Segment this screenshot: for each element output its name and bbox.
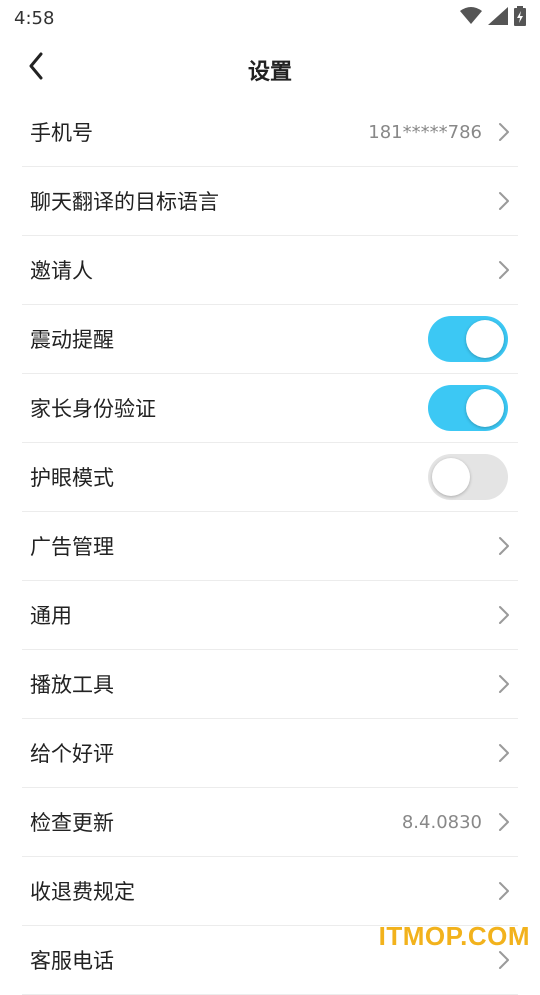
- settings-row-vibration-reminder[interactable]: 震动提醒: [22, 305, 518, 374]
- page-title: 设置: [247, 60, 292, 85]
- settings-row-value: 181*****786: [368, 121, 482, 143]
- status-bar: 4:58: [0, 0, 540, 36]
- settings-row-inviter[interactable]: 邀请人: [22, 236, 518, 305]
- settings-row-label: 给个好评: [30, 742, 114, 766]
- signal-icon: [488, 7, 508, 29]
- chevron-right-icon: [499, 882, 509, 900]
- toggle-switch[interactable]: [428, 385, 508, 431]
- settings-row-label: 聊天翻译的目标语言: [30, 190, 219, 214]
- settings-row-check-update[interactable]: 检查更新 8.4.0830: [22, 788, 518, 857]
- battery-charging-icon: [514, 6, 526, 30]
- settings-row-label: 邀请人: [30, 259, 93, 283]
- status-time: 4:58: [14, 7, 55, 29]
- chevron-right-icon: [499, 606, 509, 624]
- header: 设置: [0, 36, 540, 100]
- settings-row-ad-management[interactable]: 广告管理: [22, 512, 518, 581]
- chevron-right-icon: [499, 261, 509, 279]
- settings-row-phone[interactable]: 手机号 181*****786: [22, 98, 518, 167]
- settings-list: 手机号 181*****786 聊天翻译的目标语言 邀请人震动提醒家长身份验证 护眼模式…: [22, 98, 518, 995]
- settings-row-value: 8.4.0830: [401, 811, 482, 833]
- watermark: ITMOP.COM: [378, 921, 530, 951]
- chevron-right-icon: [499, 675, 509, 693]
- toggle-switch[interactable]: [428, 316, 508, 362]
- settings-row-refund-policy[interactable]: 收退费规定: [22, 857, 518, 926]
- settings-row-label: 家长身份验证: [30, 397, 156, 421]
- settings-row-label: 手机号: [30, 121, 93, 145]
- chevron-right-icon: [499, 813, 509, 831]
- settings-row-label: 护眼模式: [30, 466, 114, 490]
- status-icons: [460, 6, 526, 30]
- settings-row-rate-us[interactable]: 给个好评: [22, 719, 518, 788]
- settings-row-label: 震动提醒: [30, 328, 114, 352]
- settings-row-player-tools[interactable]: 播放工具: [22, 650, 518, 719]
- settings-row-parent-verification[interactable]: 家长身份验证: [22, 374, 518, 443]
- settings-row-eye-protection[interactable]: 护眼模式: [22, 443, 518, 512]
- settings-row-translate-target-language[interactable]: 聊天翻译的目标语言: [22, 167, 518, 236]
- wifi-icon: [460, 7, 482, 29]
- settings-row-label: 广告管理: [30, 535, 114, 559]
- toggle-knob: [432, 458, 470, 496]
- toggle-switch[interactable]: [428, 454, 508, 500]
- settings-row-label: 播放工具: [30, 673, 114, 697]
- toggle-knob: [466, 389, 504, 427]
- toggle-knob: [466, 320, 504, 358]
- settings-row-label: 检查更新: [30, 811, 114, 835]
- chevron-right-icon: [499, 192, 509, 210]
- chevron-right-icon: [499, 951, 509, 969]
- chevron-right-icon: [499, 537, 509, 555]
- settings-row-label: 通用: [30, 604, 72, 628]
- settings-row-label: 收退费规定: [30, 880, 135, 904]
- settings-row-general[interactable]: 通用: [22, 581, 518, 650]
- chevron-right-icon: [499, 123, 509, 141]
- chevron-right-icon: [499, 744, 509, 762]
